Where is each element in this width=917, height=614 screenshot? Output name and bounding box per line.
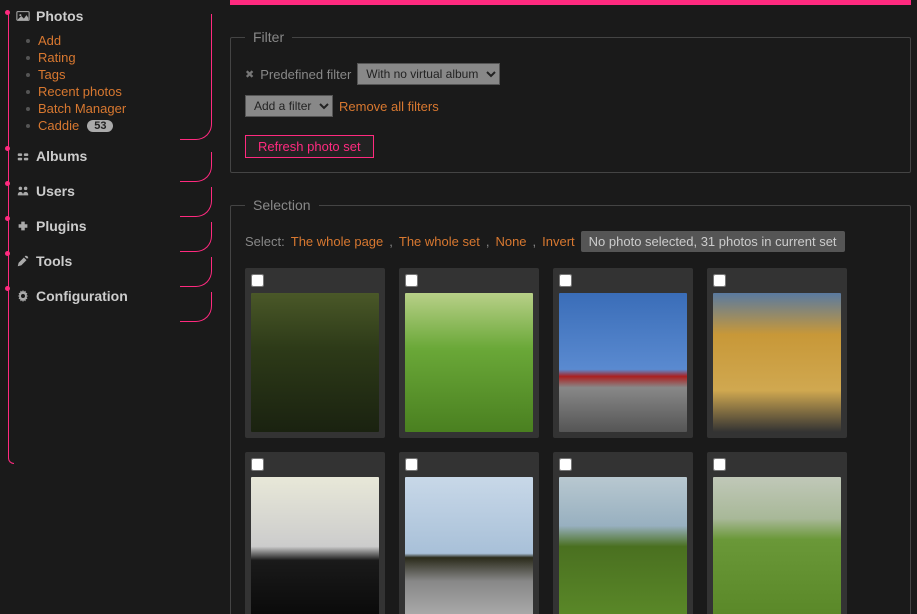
tools-icon [16, 254, 30, 268]
sidebar-item-add[interactable]: Add [38, 33, 61, 48]
photo-checkbox[interactable] [405, 458, 418, 471]
filter-fieldset: Filter ✖ Predefined filter With no virtu… [230, 29, 911, 173]
sidebar-section-configuration: Configuration [8, 282, 212, 317]
filter-legend: Filter [245, 29, 292, 45]
photo-thumb[interactable] [707, 268, 847, 438]
photo-checkbox[interactable] [251, 458, 264, 471]
top-accent-bar [230, 0, 911, 5]
select-none-link[interactable]: None [495, 234, 526, 249]
photo-thumb[interactable] [707, 452, 847, 614]
caddie-badge: 53 [87, 120, 113, 132]
sidebar-header-albums[interactable]: Albums [8, 142, 212, 168]
photo-checkbox[interactable] [713, 274, 726, 287]
photo-image [405, 477, 533, 614]
photo-thumb[interactable] [399, 268, 539, 438]
users-icon [16, 184, 30, 198]
photo-checkbox[interactable] [559, 274, 572, 287]
sidebar-header-photos[interactable]: Photos [8, 4, 212, 28]
sidebar-header-users[interactable]: Users [8, 177, 212, 203]
photo-checkbox[interactable] [559, 458, 572, 471]
sidebar-label-users: Users [36, 183, 75, 199]
photo-thumb[interactable] [245, 452, 385, 614]
albums-icon [16, 149, 30, 163]
sidebar-item-rating[interactable]: Rating [38, 50, 76, 65]
selection-status: No photo selected, 31 photos in current … [581, 231, 845, 252]
photo-thumb[interactable] [399, 452, 539, 614]
sidebar-label-albums: Albums [36, 148, 87, 164]
photo-image [251, 477, 379, 614]
sidebar-item-recent-photos[interactable]: Recent photos [38, 84, 122, 99]
sidebar-header-tools[interactable]: Tools [8, 247, 212, 273]
gear-icon [16, 289, 30, 303]
predefined-filter-select[interactable]: With no virtual album [357, 63, 500, 85]
select-label: Select: [245, 234, 285, 249]
photo-thumb[interactable] [245, 268, 385, 438]
thumbnail-grid [245, 268, 896, 614]
sidebar-header-configuration[interactable]: Configuration [8, 282, 212, 308]
select-whole-page-link[interactable]: The whole page [291, 234, 384, 249]
sidebar-section-tools: Tools [8, 247, 212, 282]
sidebar-label-configuration: Configuration [36, 288, 128, 304]
sidebar-section-plugins: Plugins [8, 212, 212, 247]
sidebar-submenu-photos: Add Rating Tags Recent photos Batch Mana… [8, 28, 212, 142]
sidebar-item-tags[interactable]: Tags [38, 67, 65, 82]
sidebar-section-albums: Albums [8, 142, 212, 177]
sidebar-section-photos: Photos Add Rating Tags Recent photos Bat… [8, 4, 212, 142]
sidebar-section-users: Users [8, 177, 212, 212]
photo-image [713, 477, 841, 614]
photo-thumb[interactable] [553, 452, 693, 614]
photo-image [559, 477, 687, 614]
remove-filter-icon[interactable]: ✖ [245, 68, 254, 81]
photos-icon [16, 9, 30, 23]
photo-checkbox[interactable] [713, 458, 726, 471]
refresh-photo-set-button[interactable]: Refresh photo set [245, 135, 374, 158]
plugins-icon [16, 219, 30, 233]
sidebar-header-plugins[interactable]: Plugins [8, 212, 212, 238]
selection-legend: Selection [245, 197, 319, 213]
remove-all-filters-link[interactable]: Remove all filters [339, 99, 439, 114]
add-filter-select[interactable]: Add a filter [245, 95, 333, 117]
selection-fieldset: Selection Select: The whole page, The wh… [230, 197, 911, 614]
sidebar-label-photos: Photos [36, 8, 83, 24]
select-whole-set-link[interactable]: The whole set [399, 234, 480, 249]
photo-image [713, 293, 841, 432]
sidebar-item-batch-manager[interactable]: Batch Manager [38, 101, 126, 116]
photo-image [405, 293, 533, 432]
photo-checkbox[interactable] [405, 274, 418, 287]
photo-thumb[interactable] [553, 268, 693, 438]
sidebar-item-caddie[interactable]: Caddie [38, 118, 79, 133]
photo-image [251, 293, 379, 432]
sidebar-label-plugins: Plugins [36, 218, 87, 234]
sidebar-label-tools: Tools [36, 253, 72, 269]
photo-image [559, 293, 687, 432]
select-invert-link[interactable]: Invert [542, 234, 575, 249]
main-content: Filter ✖ Predefined filter With no virtu… [220, 0, 917, 614]
predefined-filter-label: Predefined filter [260, 67, 351, 82]
photo-checkbox[interactable] [251, 274, 264, 287]
